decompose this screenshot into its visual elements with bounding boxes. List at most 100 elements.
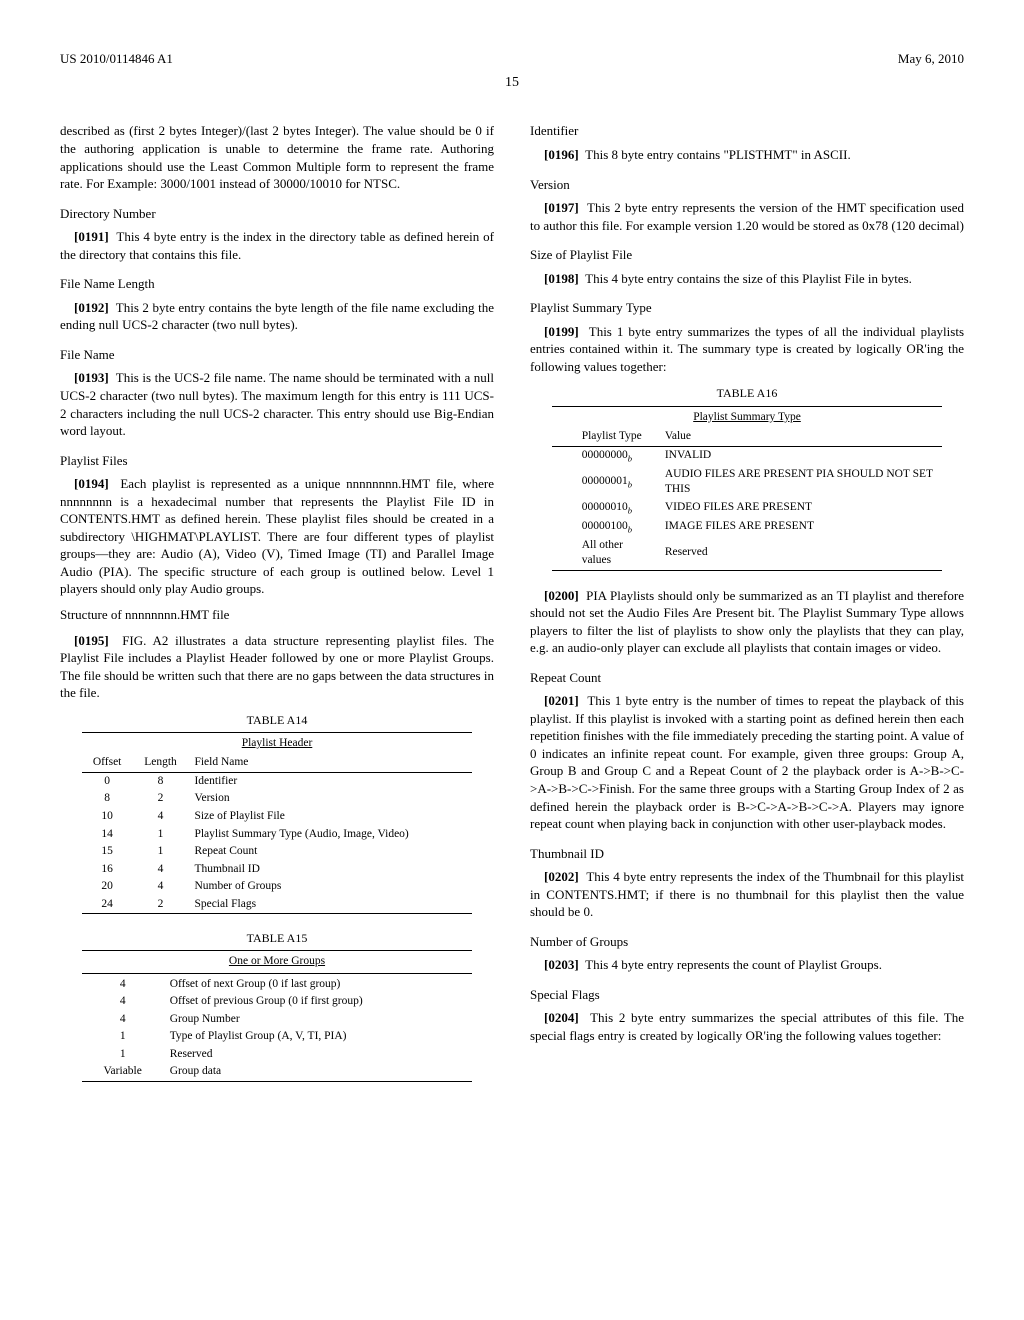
table-a15: One or More Groups 4Offset of next Group… — [82, 950, 473, 1084]
cell: Special Flags — [188, 896, 472, 914]
cell: 0 — [82, 772, 133, 790]
table-row: 00000001bAUDIO FILES ARE PRESENT PIA SHO… — [552, 466, 943, 499]
table-row: 204Number of Groups — [82, 878, 473, 896]
table-a14-label: TABLE A14 — [60, 712, 494, 728]
para-text-0194: Each playlist is represented as a unique… — [60, 476, 494, 596]
table-row: 164Thumbnail ID — [82, 861, 473, 879]
heading-size-of-playlist-file: Size of Playlist File — [530, 246, 964, 264]
cell: 2 — [133, 896, 189, 914]
table-a16-caption: Playlist Summary Type — [552, 406, 943, 428]
cell: 1 — [133, 843, 189, 861]
para-num-0200: [0200] — [544, 588, 579, 603]
cell: Type of Playlist Group (A, V, TI, PIA) — [164, 1028, 473, 1046]
heading-identifier: Identifier — [530, 122, 964, 140]
table-row: 82Version — [82, 790, 473, 808]
cell: Reserved — [164, 1046, 473, 1064]
cell: Size of Playlist File — [188, 808, 472, 826]
cell: Number of Groups — [188, 878, 472, 896]
paragraph-0201: [0201] This 1 byte entry is the number o… — [530, 692, 964, 832]
paragraph-0203: [0203] This 4 byte entry represents the … — [530, 956, 964, 974]
paragraph-0192: [0192] This 2 byte entry contains the by… — [60, 299, 494, 334]
table-a14-caption: Playlist Header — [82, 732, 473, 754]
table-row: 1Type of Playlist Group (A, V, TI, PIA) — [82, 1028, 473, 1046]
paragraph-0191: [0191] This 4 byte entry is the index in… — [60, 228, 494, 263]
cell: IMAGE FILES ARE PRESENT — [659, 518, 942, 537]
para-num-0197: [0197] — [544, 200, 579, 215]
para-text-0202: This 4 byte entry represents the index o… — [530, 869, 964, 919]
cell: Offset of next Group (0 if last group) — [164, 976, 473, 994]
cell: INVALID — [659, 446, 942, 465]
paragraph-0195: [0195] FIG. A2 illustrates a data struct… — [60, 632, 494, 702]
paragraph-0197: [0197] This 2 byte entry represents the … — [530, 199, 964, 234]
paragraph-0193: [0193] This is the UCS-2 file name. The … — [60, 369, 494, 439]
para-text-0197: This 2 byte entry represents the version… — [530, 200, 964, 233]
cell: 2 — [133, 790, 189, 808]
cell: VIDEO FILES ARE PRESENT — [659, 499, 942, 518]
cell: 00000100b — [552, 518, 659, 537]
table-row: 151Repeat Count — [82, 843, 473, 861]
intro-paragraph: described as (first 2 bytes Integer)/(la… — [60, 122, 494, 192]
table-row: 08Identifier — [82, 772, 473, 790]
para-num-0192: [0192] — [74, 300, 109, 315]
para-text-0199: This 1 byte entry summarizes the types o… — [530, 324, 964, 374]
table-a14-h2: Length — [133, 754, 189, 772]
para-text-0192: This 2 byte entry contains the byte leng… — [60, 300, 494, 333]
table-row: All other valuesReserved — [552, 537, 943, 571]
cell: 16 — [82, 861, 133, 879]
para-text-0201: This 1 byte entry is the number of times… — [530, 693, 964, 831]
para-num-0195: [0195] — [74, 633, 109, 648]
publication-number: US 2010/0114846 A1 — [60, 50, 173, 68]
page-header: US 2010/0114846 A1 May 6, 2010 — [60, 50, 964, 68]
cell: 4 — [133, 861, 189, 879]
cell: 10 — [82, 808, 133, 826]
cell: 00000000b — [552, 446, 659, 465]
table-a16: Playlist Summary Type Playlist Type Valu… — [552, 406, 943, 573]
cell: Version — [188, 790, 472, 808]
cell: 4 — [133, 878, 189, 896]
heading-version: Version — [530, 176, 964, 194]
table-row: 4Offset of next Group (0 if last group) — [82, 976, 473, 994]
table-row: 00000100bIMAGE FILES ARE PRESENT — [552, 518, 943, 537]
table-row: 141Playlist Summary Type (Audio, Image, … — [82, 826, 473, 844]
heading-playlist-files: Playlist Files — [60, 452, 494, 470]
cell: Playlist Summary Type (Audio, Image, Vid… — [188, 826, 472, 844]
cell: Reserved — [659, 537, 942, 571]
para-num-0202: [0202] — [544, 869, 579, 884]
table-a15-caption: One or More Groups — [82, 951, 473, 974]
cell: 8 — [133, 772, 189, 790]
cell: 00000001b — [552, 466, 659, 499]
cell: 00000010b — [552, 499, 659, 518]
table-a14-body: 08Identifier82Version104Size of Playlist… — [82, 772, 473, 913]
heading-file-name: File Name — [60, 346, 494, 364]
para-text-0193: This is the UCS-2 file name. The name sh… — [60, 370, 494, 438]
paragraph-0202: [0202] This 4 byte entry represents the … — [530, 868, 964, 921]
para-text-0203: This 4 byte entry represents the count o… — [585, 957, 882, 972]
para-text-0195: FIG. A2 illustrates a data structure rep… — [60, 633, 494, 701]
table-a16-label: TABLE A16 — [530, 385, 964, 401]
cell: 4 — [82, 993, 164, 1011]
cell: Group Number — [164, 1011, 473, 1029]
table-a16-h1: Playlist Type — [552, 428, 659, 446]
table-row: 242Special Flags — [82, 896, 473, 914]
cell: Variable — [82, 1063, 164, 1081]
cell: Group data — [164, 1063, 473, 1081]
heading-special-flags: Special Flags — [530, 986, 964, 1004]
cell: 4 — [133, 808, 189, 826]
table-row: 1Reserved — [82, 1046, 473, 1064]
table-a15-label: TABLE A15 — [60, 930, 494, 946]
para-num-0203: [0203] — [544, 957, 579, 972]
table-a15-body: 4Offset of next Group (0 if last group)4… — [82, 976, 473, 1082]
cell: 1 — [133, 826, 189, 844]
cell: AUDIO FILES ARE PRESENT PIA SHOULD NOT S… — [659, 466, 942, 499]
cell: Offset of previous Group (0 if first gro… — [164, 993, 473, 1011]
para-text-0191: This 4 byte entry is the index in the di… — [60, 229, 494, 262]
heading-directory-number: Directory Number — [60, 205, 494, 223]
table-a14: Playlist Header Offset Length Field Name… — [82, 732, 473, 916]
heading-playlist-summary-type: Playlist Summary Type — [530, 299, 964, 317]
table-a14-h3: Field Name — [188, 754, 472, 772]
para-text-0204: This 2 byte entry summarizes the special… — [530, 1010, 964, 1043]
heading-thumbnail-id: Thumbnail ID — [530, 845, 964, 863]
table-row: VariableGroup data — [82, 1063, 473, 1081]
structure-line: Structure of nnnnnnnn.HMT file — [60, 606, 494, 624]
page-number: 15 — [60, 74, 964, 93]
